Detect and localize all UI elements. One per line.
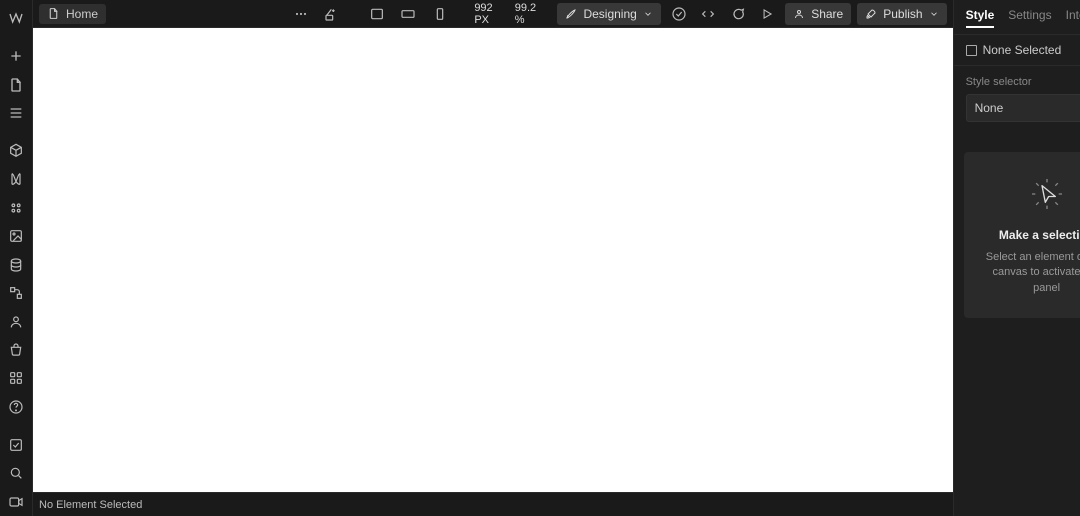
viewport-width: 992: [474, 2, 492, 14]
viewport-unit: PX: [474, 14, 489, 26]
tab-style[interactable]: Style: [966, 8, 995, 28]
cms-icon[interactable]: [0, 250, 33, 278]
empty-state-title: Make a selection: [978, 228, 1080, 242]
more-menu-icon[interactable]: [288, 0, 313, 28]
style-selector-value: None: [975, 101, 1004, 115]
users-icon[interactable]: [0, 307, 33, 335]
code-export-icon[interactable]: [696, 1, 720, 27]
page-selector[interactable]: Home: [39, 4, 106, 24]
components-icon[interactable]: [0, 137, 33, 165]
style-selector-label: Style selector: [966, 76, 1080, 88]
help-icon[interactable]: [0, 393, 33, 421]
brush-icon: [565, 8, 577, 20]
video-icon[interactable]: [0, 487, 33, 515]
right-panel: Style Settings Interactions None Selecte…: [953, 0, 1080, 516]
style-manager-icon[interactable]: [0, 194, 33, 222]
style-selector-section: Style selector None: [954, 66, 1080, 132]
share-label: Share: [811, 7, 843, 21]
breakpoint-desktop-icon[interactable]: [364, 0, 389, 28]
chevron-down-icon: [643, 9, 653, 19]
status-check-icon[interactable]: [667, 1, 691, 27]
breakpoint-mobile-icon[interactable]: [427, 0, 452, 28]
app-root: Home 992 PX 99.2 %: [0, 0, 1080, 516]
logic-icon[interactable]: [0, 279, 33, 307]
status-selection: No Element Selected: [39, 499, 142, 511]
status-bar: No Element Selected: [33, 492, 953, 516]
selected-element-label: None Selected: [983, 43, 1062, 57]
zoom-value: 99.2: [515, 2, 536, 14]
page-icon: [47, 7, 60, 20]
tab-settings[interactable]: Settings: [1008, 8, 1051, 28]
mode-switch-button[interactable]: Designing: [557, 3, 660, 25]
preview-play-icon[interactable]: [756, 1, 780, 27]
top-bar: Home 992 PX 99.2 %: [33, 0, 953, 28]
empty-state-panel: Make a selection Select an element on th…: [964, 152, 1080, 318]
share-button[interactable]: Share: [785, 3, 851, 25]
canvas[interactable]: [33, 28, 953, 492]
zoom-unit: %: [515, 14, 525, 26]
comments-icon[interactable]: [726, 1, 750, 27]
assets-icon[interactable]: [0, 222, 33, 250]
cursor-illustration-icon: [1027, 174, 1067, 214]
logo-icon[interactable]: [0, 4, 33, 32]
rocket-icon: [865, 8, 877, 20]
selected-element-row[interactable]: None Selected: [954, 35, 1080, 66]
tab-interactions[interactable]: Interactions: [1066, 8, 1080, 28]
breakpoint-add-icon[interactable]: [319, 0, 344, 28]
empty-state-body: Select an element on the canvas to activ…: [978, 250, 1080, 296]
canvas-area: [33, 28, 953, 492]
person-icon: [793, 8, 805, 20]
navigator-icon[interactable]: [0, 99, 33, 127]
variables-icon[interactable]: [0, 165, 33, 193]
viewport-info: 992 PX 99.2 %: [474, 2, 545, 26]
pages-icon[interactable]: [0, 70, 33, 98]
chevron-down-icon: [929, 9, 939, 19]
left-tool-rail: [0, 0, 33, 516]
style-selector-input[interactable]: None: [966, 94, 1080, 122]
element-type-icon: [966, 45, 977, 56]
right-panel-tabs: Style Settings Interactions: [954, 0, 1080, 35]
publish-label: Publish: [883, 7, 922, 21]
ecommerce-icon[interactable]: [0, 336, 33, 364]
mode-label: Designing: [583, 7, 636, 21]
search-icon[interactable]: [0, 459, 33, 487]
page-name: Home: [66, 7, 98, 21]
audit-icon[interactable]: [0, 431, 33, 459]
publish-button[interactable]: Publish: [857, 3, 946, 25]
apps-icon[interactable]: [0, 364, 33, 392]
add-element-icon[interactable]: [0, 42, 33, 70]
main-column: Home 992 PX 99.2 %: [33, 0, 953, 516]
breakpoint-tablet-icon[interactable]: [396, 0, 421, 28]
